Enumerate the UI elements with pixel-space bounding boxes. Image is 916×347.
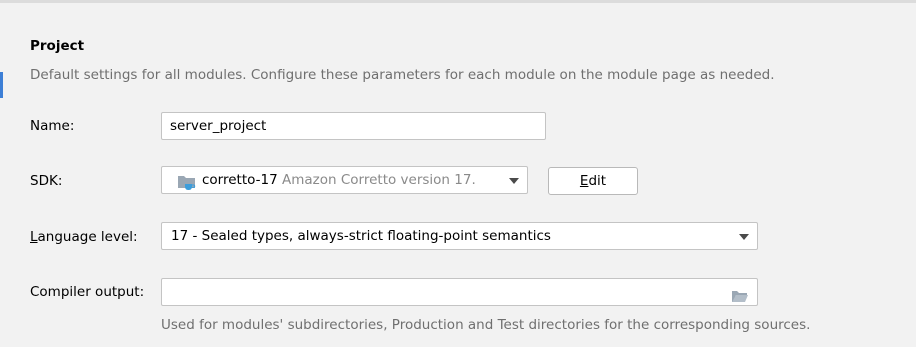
- chevron-down-icon: [739, 234, 749, 240]
- folder-open-icon[interactable]: [731, 286, 749, 305]
- name-input[interactable]: server_project: [161, 112, 546, 140]
- language-level-label-rest: anguage level:: [37, 229, 138, 245]
- sdk-name-text: corretto-17: [202, 172, 278, 188]
- section-description: Default settings for all modules. Config…: [30, 67, 775, 83]
- sdk-folder-icon: [177, 173, 197, 193]
- chevron-down-icon: [509, 178, 519, 184]
- sdk-dropdown[interactable]: corretto-17 Amazon Corretto version 17.: [161, 166, 528, 194]
- language-level-value: 17 - Sealed types, always-strict floatin…: [171, 228, 551, 244]
- language-level-mnemonic: L: [30, 229, 38, 245]
- language-level-label: Language level:: [30, 229, 138, 245]
- language-level-dropdown[interactable]: 17 - Sealed types, always-strict floatin…: [161, 222, 758, 250]
- compiler-output-input[interactable]: [161, 278, 758, 306]
- section-title: Project: [30, 38, 85, 54]
- compiler-output-label: Compiler output:: [30, 284, 145, 300]
- edit-sdk-button[interactable]: Edit: [548, 167, 638, 195]
- name-label: Name:: [30, 118, 75, 134]
- edit-button-label-rest: dit: [588, 173, 607, 189]
- sdk-detail-text: Amazon Corretto version 17.: [282, 172, 476, 188]
- sdk-label: SDK:: [30, 173, 63, 189]
- compiler-output-hint: Used for modules' subdirectories, Produc…: [161, 317, 811, 333]
- top-divider: [0, 0, 916, 3]
- sdk-selected-value: corretto-17 Amazon Corretto version 17.: [202, 167, 476, 193]
- selection-accent-bar: [0, 72, 3, 98]
